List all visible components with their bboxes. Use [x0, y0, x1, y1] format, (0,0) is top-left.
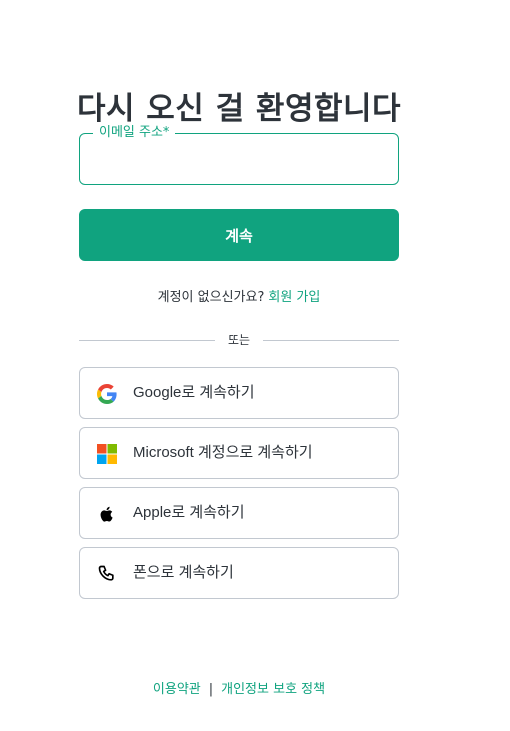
- microsoft-continue-label: Microsoft 계정으로 계속하기: [133, 444, 313, 461]
- google-icon: [97, 384, 117, 404]
- apple-continue-button[interactable]: Apple로 계속하기: [79, 487, 399, 539]
- page-title: 다시 오신 걸 환영합니다: [76, 90, 402, 127]
- phone-continue-button[interactable]: 폰으로 계속하기: [79, 547, 399, 599]
- privacy-policy-link[interactable]: 개인정보 보호 정책: [221, 682, 325, 697]
- google-continue-label: Google로 계속하기: [133, 384, 255, 401]
- signup-link[interactable]: 회원 가입: [268, 290, 320, 305]
- footer-separator: |: [208, 682, 214, 697]
- email-field-label: 이메일 주소*: [93, 124, 176, 142]
- signup-prompt-line: 계정이 없으신가요? 회원 가입: [79, 286, 399, 305]
- google-continue-button[interactable]: Google로 계속하기: [79, 367, 399, 419]
- apple-icon: [97, 504, 117, 524]
- apple-continue-label: Apple로 계속하기: [133, 504, 245, 521]
- divider-line-right: [263, 340, 399, 341]
- microsoft-icon: [97, 444, 117, 464]
- terms-link[interactable]: 이용약관: [153, 682, 201, 697]
- microsoft-continue-button[interactable]: Microsoft 계정으로 계속하기: [79, 427, 399, 479]
- signup-prompt-text: 계정이 없으신가요?: [157, 290, 265, 305]
- email-field-wrapper[interactable]: 이메일 주소*: [79, 124, 399, 185]
- email-field[interactable]: [94, 147, 388, 173]
- continue-button[interactable]: 계속: [79, 209, 399, 261]
- phone-continue-label: 폰으로 계속하기: [133, 564, 234, 581]
- footer-links: 이용약관 | 개인정보 보호 정책: [0, 678, 478, 697]
- phone-icon: [97, 564, 117, 584]
- or-divider: 또는: [79, 331, 399, 349]
